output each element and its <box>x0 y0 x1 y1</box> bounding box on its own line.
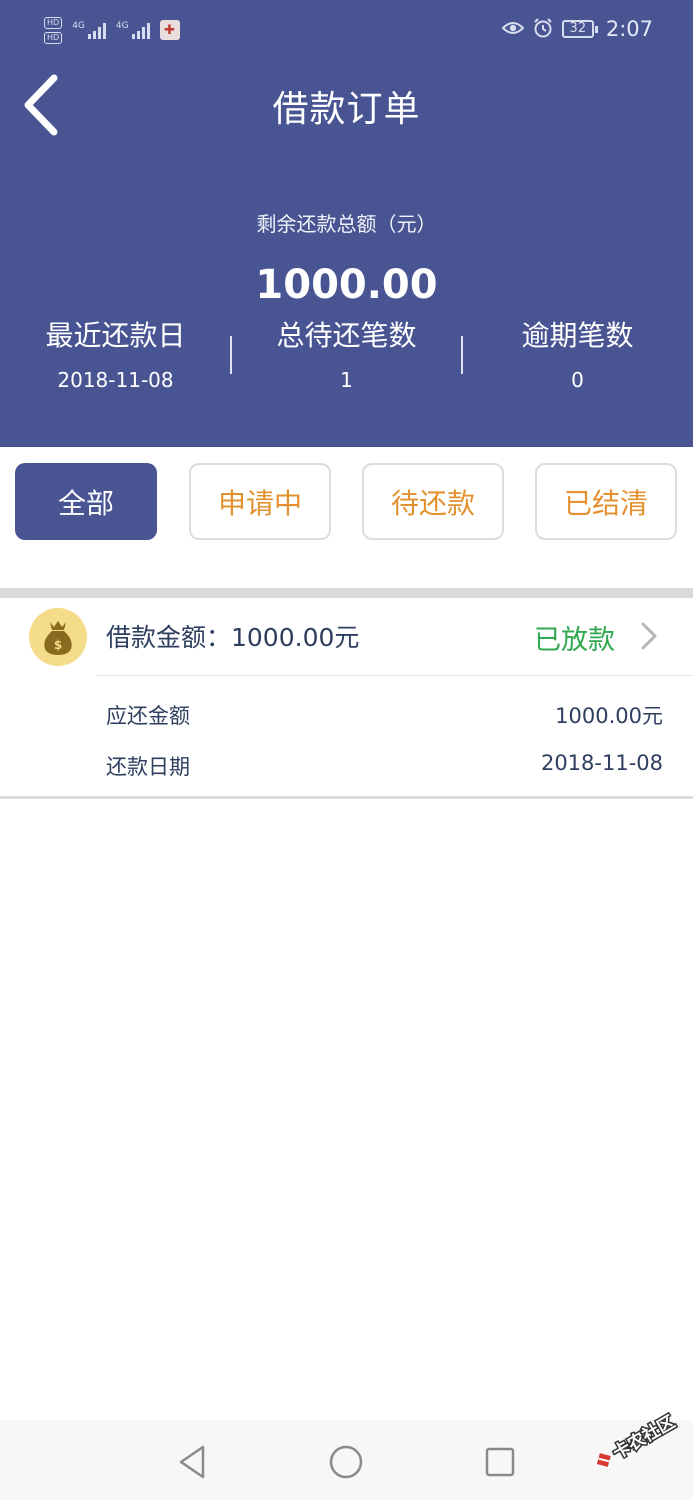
battery-icon: 32 <box>561 20 598 38</box>
card-divider <box>96 675 693 676</box>
stat-overdue-count: 逾期笔数 0 <box>462 316 693 392</box>
battery-level: 32 <box>561 20 594 38</box>
due-amount-label: 应还金额 <box>106 704 190 728</box>
tab-applying[interactable]: 申请中 <box>189 463 331 540</box>
network-label: 4G <box>115 21 129 31</box>
total-label: 剩余还款总额（元） <box>256 212 437 236</box>
clock-time: 2:07 <box>605 17 653 41</box>
money-bag-icon: $ <box>29 608 87 666</box>
loan-status: 已放款 <box>534 625 615 656</box>
chevron-right-icon <box>641 622 657 650</box>
eye-icon <box>501 19 525 39</box>
stat-label: 最近还款日 <box>45 319 186 352</box>
alarm-icon <box>532 17 554 42</box>
nav-recents-button[interactable] <box>480 1442 520 1482</box>
status-left: HD HD 4G 4G ✚ <box>44 10 180 50</box>
due-date-value: 2018-11-08 <box>540 751 663 775</box>
status-bar: HD HD 4G 4G ✚ 32 2:07 <box>0 0 693 60</box>
page-title: 借款订单 <box>272 89 421 130</box>
card-bottom-border <box>0 796 693 799</box>
tab-settled[interactable]: 已结清 <box>535 463 677 540</box>
stat-label: 逾期笔数 <box>521 319 634 352</box>
tab-pending-repayment[interactable]: 待还款 <box>362 463 504 540</box>
signal-icon: 4G <box>116 21 150 39</box>
order-card[interactable]: $ 借款金额：1000.00元 已放款 应还金额 1000.00元 还款日期 2… <box>0 598 693 799</box>
due-date-label: 还款日期 <box>106 755 190 779</box>
watermark-text: 卡农社区 <box>609 1411 678 1463</box>
back-triangle-icon <box>179 1445 205 1479</box>
network-label: 4G <box>72 21 85 31</box>
section-separator <box>0 588 693 598</box>
hd-badge: HD <box>44 31 63 44</box>
stat-value: 2018-11-08 <box>57 368 174 392</box>
stat-value: 1 <box>340 368 353 392</box>
svg-text:$: $ <box>54 638 62 652</box>
signal-icon: 4G <box>72 21 106 39</box>
stat-label: 总待还笔数 <box>276 319 417 352</box>
watermark: 卡农社区 <box>585 1402 685 1482</box>
recents-square-icon <box>485 1447 515 1477</box>
notification-app-icon: ✚ <box>159 20 180 40</box>
status-right: 32 2:07 <box>501 14 653 44</box>
nav-home-button[interactable] <box>326 1442 366 1482</box>
hd-indicators: HD HD <box>44 16 63 44</box>
loan-amount: 借款金额：1000.00元 <box>106 623 360 652</box>
home-circle-icon <box>329 1445 363 1479</box>
hd-badge: HD <box>44 16 63 29</box>
header: HD HD 4G 4G ✚ 32 2:07 借款订单 剩余还款总额（元） 100… <box>0 0 693 447</box>
total-value: 1000.00 <box>255 262 438 308</box>
stat-pending-count: 总待还笔数 1 <box>231 316 462 392</box>
stat-latest-due-date: 最近还款日 2018-11-08 <box>0 316 231 392</box>
filter-tabs: 全部 申请中 待还款 已结清 <box>0 447 693 588</box>
tab-all[interactable]: 全部 <box>15 463 157 540</box>
nav-back-button[interactable] <box>172 1442 212 1482</box>
due-amount-value: 1000.00元 <box>555 704 663 728</box>
stat-value: 0 <box>571 368 584 392</box>
